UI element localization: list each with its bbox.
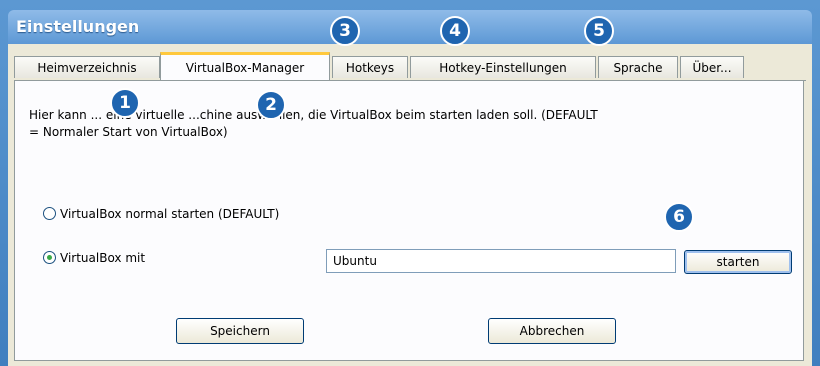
radio-start-with-vm[interactable]: VirtualBox mit — [43, 251, 145, 265]
tab-heimverzeichnis[interactable]: Heimverzeichnis — [14, 56, 160, 78]
callout-badge-3: 3 — [330, 16, 360, 46]
panel-description: Hier kann ... eine virtuelle ...chine au… — [29, 107, 799, 141]
callout-badge-5: 5 — [584, 16, 614, 46]
radio-default-label: VirtualBox normal starten (DEFAULT) — [60, 207, 280, 221]
radio-unchecked-icon[interactable] — [43, 207, 56, 220]
title-bar[interactable]: Einstellungen — [8, 10, 812, 44]
callout-badge-1: 1 — [110, 88, 140, 118]
dialog-frame: Einstellungen Heimverzeichnis VirtualBox… — [0, 0, 820, 366]
tab-sprache[interactable]: Sprache — [598, 56, 678, 78]
tab-virtualbox-manager[interactable]: VirtualBox-Manager — [160, 52, 330, 80]
tab-hotkey-einstellungen[interactable]: Hotkey-Einstellungen — [410, 56, 596, 78]
tab-ueber[interactable]: Über... — [680, 56, 744, 78]
radio-with-label: VirtualBox mit — [60, 251, 146, 265]
description-line-1: Hier kann ... eine virtuelle ...chine au… — [29, 108, 598, 122]
vm-name-field[interactable]: Ubuntu — [326, 249, 676, 273]
description-line-2: = Normaler Start von VirtualBox) — [29, 125, 228, 139]
tab-hotkeys[interactable]: Hotkeys — [332, 56, 408, 78]
radio-checked-icon[interactable] — [43, 251, 56, 264]
window-title: Einstellungen — [16, 17, 140, 36]
cancel-button[interactable]: Abbrechen — [488, 318, 616, 344]
save-button[interactable]: Speichern — [176, 318, 304, 344]
callout-badge-6: 6 — [664, 202, 694, 232]
radio-default-start[interactable]: VirtualBox normal starten (DEFAULT) — [43, 207, 279, 221]
callout-badge-4: 4 — [440, 16, 470, 46]
callout-badge-2: 2 — [256, 90, 286, 120]
start-button[interactable]: starten — [684, 250, 792, 274]
tab-strip: Heimverzeichnis VirtualBox-Manager Hotke… — [14, 52, 806, 80]
